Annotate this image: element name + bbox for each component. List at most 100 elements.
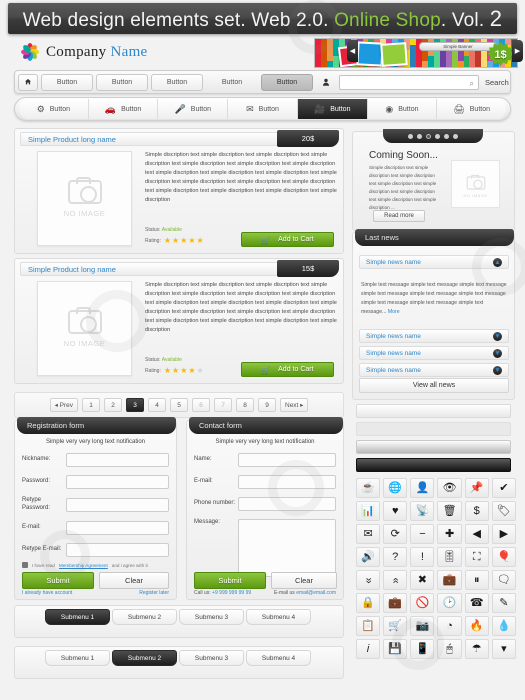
nav-button-5[interactable]: Button (261, 73, 313, 91)
submenu-1-tab-4[interactable]: Submenu 4 (246, 609, 311, 625)
slider-prev-button[interactable]: ◀ (347, 40, 358, 62)
user-icon[interactable]: 👤 (410, 478, 435, 498)
secondary-navigation-bar[interactable]: ⚙ Button 🚗 Button 🎤 Button ✉ Button 🎥 Button … (14, 97, 511, 121)
register-later-link[interactable]: Register later (139, 590, 169, 596)
read-more-button[interactable]: Read more (373, 210, 425, 222)
subnav-item-7[interactable]: 🖨 Button (437, 99, 507, 119)
submenu-2-tab-1[interactable]: Submenu 1 (45, 650, 110, 666)
question-icon[interactable]: ? (383, 547, 408, 567)
slider-dot[interactable] (417, 133, 422, 139)
registration-submit-button[interactable]: Submit (22, 572, 94, 589)
cart-icon[interactable]: 🛒 (383, 616, 408, 636)
product-title-bar[interactable]: Simple Product long name (20, 132, 285, 146)
pagination-page-4[interactable]: 4 (148, 398, 166, 412)
mouse-icon[interactable]: 🖱 (437, 639, 462, 659)
news-more-link[interactable]: More (388, 309, 400, 315)
name-field[interactable] (238, 453, 336, 467)
phone-icon[interactable]: ☎ (464, 593, 489, 613)
chevron-down-icon[interactable]: ▾ (491, 639, 516, 659)
pagination-page-7[interactable]: 7 (214, 398, 232, 412)
advertisement-banner[interactable]: Simple Banner 1$ (314, 38, 518, 68)
nav-button-1[interactable]: Button (41, 73, 93, 91)
home-icon[interactable] (18, 73, 38, 91)
chevrons-down-icon[interactable]: » (356, 570, 381, 590)
eye-icon[interactable]: 👁 (437, 478, 462, 498)
add-to-cart-button[interactable]: 🛒 Add to Cart (241, 232, 334, 247)
exclamation-icon[interactable]: ! (410, 547, 435, 567)
trash-icon[interactable]: 🗑 (437, 501, 462, 521)
umbrella-icon[interactable]: ☂ (464, 639, 489, 659)
subnav-item-4[interactable]: ✉ Button (228, 99, 298, 119)
pagination-prev[interactable]: ◂ Prev (49, 398, 78, 412)
heart-icon[interactable]: ♥ (383, 501, 408, 521)
contact-clear-button[interactable]: Clear (271, 572, 337, 589)
clock-icon[interactable]: 🕑 (437, 593, 462, 613)
close-icon[interactable]: ✖ (410, 570, 435, 590)
subnav-item-1[interactable]: ⚙ Button (19, 99, 89, 119)
pagination-next[interactable]: Next ▸ (280, 398, 309, 412)
bar-chart-icon[interactable]: 📊 (356, 501, 381, 521)
arrow-left-icon[interactable]: ◀ (464, 524, 489, 544)
rss-icon[interactable]: 📡 (410, 501, 435, 521)
chevron-down-icon[interactable]: ▼ (493, 348, 502, 358)
already-have-account-link[interactable]: I already have account (22, 590, 72, 596)
subnav-item-6[interactable]: ◉ Button (367, 99, 438, 119)
submenu-1-tab-2[interactable]: Submenu 2 (112, 609, 177, 625)
chevrons-up-icon[interactable]: « (383, 570, 408, 590)
dollar-icon[interactable]: $ (464, 501, 489, 521)
submenu-2-tab-2[interactable]: Submenu 2 (112, 650, 177, 666)
email-field[interactable] (66, 521, 169, 535)
site-logo[interactable]: Company Name (20, 42, 148, 62)
pagination-page-1[interactable]: 1 (82, 398, 100, 412)
pause-icon[interactable]: ⏸ (464, 570, 489, 590)
slider-dot[interactable] (444, 133, 449, 139)
coffee-icon[interactable]: ☕ (356, 478, 381, 498)
product-row[interactable]: Simple Product long name 20$ NO IMAGE Si… (14, 128, 344, 254)
search-area[interactable]: ⌕ Search (339, 74, 517, 90)
comment-icon[interactable]: 🗨 (491, 570, 516, 590)
check-icon[interactable]: ✔ (491, 478, 516, 498)
submenu-2-tab-4[interactable]: Submenu 4 (246, 650, 311, 666)
lock-icon[interactable]: 🔒 (356, 593, 381, 613)
message-textarea[interactable] (238, 519, 336, 577)
pagination-page-8[interactable]: 8 (236, 398, 254, 412)
pushpin-icon[interactable]: 📌 (464, 478, 489, 498)
tag-icon[interactable]: 🏷 (491, 501, 516, 521)
expand-icon[interactable]: ⛶ (464, 547, 489, 567)
chevron-up-icon[interactable]: ▲ (493, 257, 502, 267)
contact-email-field[interactable] (238, 475, 336, 489)
add-to-cart-button[interactable]: 🛒 Add to Cart (241, 362, 334, 377)
subnav-item-2[interactable]: 🚗 Button (88, 99, 159, 119)
flame-icon[interactable]: 🔥 (464, 616, 489, 636)
user-icon[interactable] (316, 74, 336, 91)
balloon-icon[interactable]: 🎈 (491, 547, 516, 567)
registration-clear-button[interactable]: Clear (99, 572, 169, 589)
submenu-bar-1[interactable]: Submenu 1 Submenu 2 Submenu 3 Submenu 4 (14, 605, 344, 638)
submenu-1-tab-3[interactable]: Submenu 3 (179, 609, 244, 625)
volume-icon[interactable]: 🔊 (356, 547, 381, 567)
minus-icon[interactable]: − (410, 524, 435, 544)
save-icon[interactable]: 💾 (383, 639, 408, 659)
nav-button-2[interactable]: Button (96, 73, 148, 91)
news-item[interactable]: Simple news name ▼ (359, 363, 509, 377)
globe-icon[interactable]: 🌐 (383, 478, 408, 498)
envelope-icon[interactable]: ✉ (356, 524, 381, 544)
arrow-right-icon[interactable]: ▶ (491, 524, 516, 544)
news-item[interactable]: Simple news name ▼ (359, 329, 509, 343)
pagination-page-9[interactable]: 9 (258, 398, 276, 412)
pagination-page-6[interactable]: 6 (192, 398, 210, 412)
product-title-bar[interactable]: Simple Product long name (20, 262, 285, 276)
email-us-value[interactable]: email@email.com (296, 590, 336, 596)
nav-button-3[interactable]: Button (151, 73, 203, 91)
forbidden-icon[interactable]: 🚫 (410, 593, 435, 613)
suitcase-icon[interactable]: 💼 (383, 593, 408, 613)
pagination-page-5[interactable]: 5 (170, 398, 188, 412)
phone-number-field[interactable] (238, 497, 336, 511)
chevron-down-icon[interactable]: ▼ (493, 365, 502, 375)
pie-chart-icon[interactable]: ◔ (437, 616, 462, 636)
subnav-item-5[interactable]: 🎥 Button (297, 99, 368, 119)
password-field[interactable] (66, 475, 169, 489)
agreement-checkbox[interactable] (22, 562, 28, 568)
slider-dots[interactable] (383, 129, 483, 143)
refresh-icon[interactable]: ⟳ (383, 524, 408, 544)
